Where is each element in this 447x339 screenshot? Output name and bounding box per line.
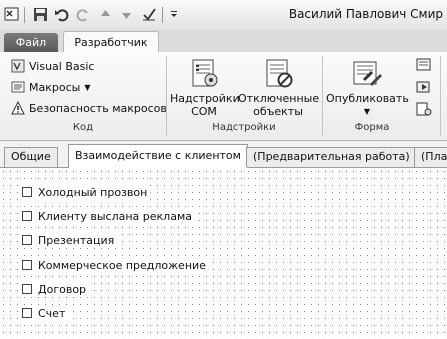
down-arrow-icon[interactable]: [117, 5, 135, 23]
checkbox-contract[interactable]: Договор: [22, 281, 90, 297]
tab-planning[interactable]: (Пла: [414, 147, 447, 167]
visual-basic-icon: [10, 59, 25, 73]
tab-customer-interaction[interactable]: Взаимодействие с клиентом: [68, 144, 248, 168]
checkbox-presentation[interactable]: Презентация: [22, 232, 118, 248]
checkbox-box[interactable]: [22, 308, 32, 318]
disabled-items-icon: [261, 56, 295, 90]
form-group-label: Форма: [354, 122, 390, 133]
checkbox-box[interactable]: [22, 235, 32, 245]
customize-icon[interactable]: [165, 5, 183, 23]
addins-group-label: Надстройки: [212, 122, 276, 133]
ribbon-tab-row: Файл Разработчик: [0, 30, 447, 53]
tab-preliminary-work[interactable]: (Предварительная работа): [246, 147, 417, 167]
ribbon: Visual Basic Макросы ▼ Безопасность макр…: [0, 52, 447, 141]
checkbox-box[interactable]: [22, 187, 32, 197]
warning-icon: [10, 101, 25, 115]
publish-button[interactable]: Опубликовать ▼: [326, 56, 409, 118]
macros-icon: [10, 80, 25, 94]
tab-file[interactable]: Файл: [4, 33, 58, 52]
view-code-icon[interactable]: [415, 100, 433, 118]
checkbox-box[interactable]: [22, 260, 32, 270]
office-icon[interactable]: [3, 5, 21, 23]
checkbox-ad-sent[interactable]: Клиенту выслана реклама: [22, 208, 195, 224]
redo-icon[interactable]: [74, 5, 92, 23]
title-bar: Василий Павлович Смир: [0, 0, 447, 31]
check-icon[interactable]: [140, 5, 158, 23]
checkbox-invoice[interactable]: Счет: [22, 305, 69, 321]
publish-icon: [350, 56, 384, 90]
checkbox-box[interactable]: [22, 284, 32, 294]
chevron-down-icon: ▼: [84, 82, 91, 92]
tab-developer[interactable]: Разработчик: [63, 31, 159, 53]
run-form-icon[interactable]: [415, 78, 433, 96]
undo-icon[interactable]: [52, 5, 70, 23]
macros-button[interactable]: Макросы ▼: [10, 78, 90, 96]
com-addins-icon: [187, 56, 221, 90]
com-addins-button[interactable]: Надстройки COM: [170, 56, 240, 118]
chevron-down-icon: ▼: [363, 107, 371, 116]
save-icon[interactable]: [31, 5, 49, 23]
checkbox-commercial-offer[interactable]: Коммерческое предложение: [22, 257, 209, 273]
disabled-items-button[interactable]: Отключенные объекты: [238, 56, 319, 118]
form-design-canvas[interactable]: Холодный прозвон Клиенту выслана реклама…: [0, 168, 447, 339]
window-title: Василий Павлович Смир: [288, 7, 443, 21]
tab-general[interactable]: Общие: [4, 147, 58, 167]
checkbox-box[interactable]: [22, 211, 32, 221]
macro-security-button[interactable]: Безопасность макросов: [10, 99, 167, 117]
design-form-icon[interactable]: [415, 56, 433, 74]
checkbox-cold-call[interactable]: Холодный прозвон: [22, 184, 151, 200]
visual-basic-button[interactable]: Visual Basic: [10, 57, 94, 75]
code-group-label: Код: [72, 122, 94, 133]
form-page-tabs: Общие Взаимодействие с клиентом (Предвар…: [0, 141, 447, 168]
up-arrow-icon[interactable]: [96, 5, 114, 23]
